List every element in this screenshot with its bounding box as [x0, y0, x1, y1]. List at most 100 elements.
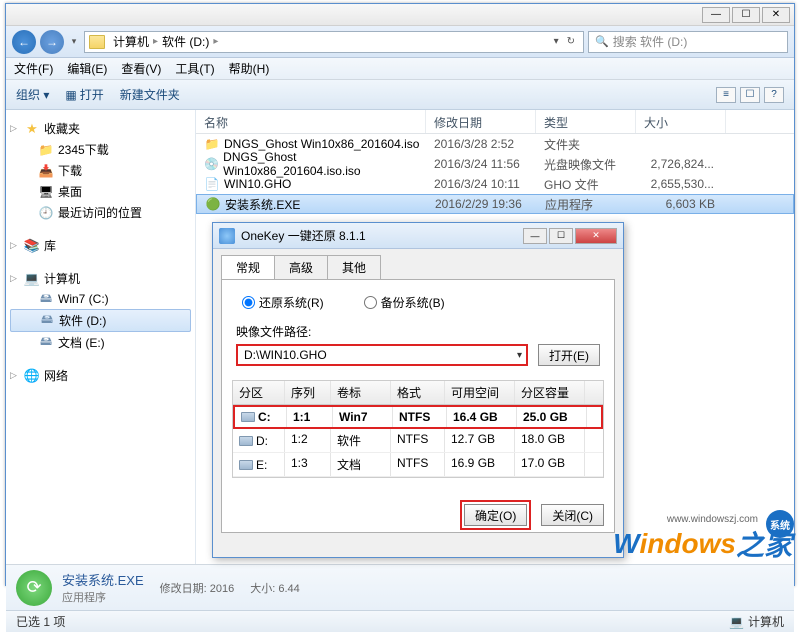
download-icon: 📥: [38, 163, 54, 179]
combo-drop-icon[interactable]: ▾: [517, 350, 522, 361]
address-drop-icon[interactable]: ▾: [550, 36, 563, 47]
col-name[interactable]: 名称: [196, 110, 426, 133]
crumb-sep-icon: ▸: [213, 36, 218, 47]
view-preview-icon[interactable]: ☐: [740, 87, 760, 103]
sidebar-drive-d[interactable]: 🖴软件 (D:): [10, 309, 191, 332]
address-bar[interactable]: 计算机 ▸ 软件 (D:) ▸ ▾ ↻: [84, 31, 584, 53]
status-bar: 已选 1 项 💻计算机: [6, 610, 794, 632]
file-header: 名称 修改日期 类型 大小: [196, 110, 794, 134]
network-icon: 🌐: [24, 368, 40, 384]
tab-advanced[interactable]: 高级: [274, 255, 328, 279]
menu-file[interactable]: 文件(F): [14, 60, 53, 77]
partition-table: 分区 序列 卷标 格式 可用空间 分区容量 C:1:1Win7NTFS16.4 …: [232, 380, 604, 478]
view-icons: ≡ ☐ ?: [716, 87, 784, 103]
radio-restore[interactable]: 还原系统(R): [242, 294, 324, 311]
menu-tools[interactable]: 工具(T): [175, 60, 214, 77]
nav-history-drop[interactable]: ▾: [68, 32, 80, 52]
drive-icon: 🖴: [38, 291, 54, 307]
pcol-free[interactable]: 可用空间: [445, 381, 515, 404]
sidebar-libraries[interactable]: ▷📚库: [10, 235, 191, 256]
tab-body: 还原系统(R) 备份系统(B) 映像文件路径: D:\WIN10.GHO ▾ 打…: [221, 279, 615, 533]
file-name: DNGS_Ghost Win10x86_201604.iso.iso: [223, 150, 426, 178]
partition-row[interactable]: E:1:3文档NTFS16.9 GB17.0 GB: [233, 453, 603, 477]
sidebar-computer[interactable]: ▷💻计算机: [10, 268, 191, 289]
menu-view[interactable]: 查看(V): [121, 60, 161, 77]
drive-icon: [239, 436, 253, 446]
folder-icon: [89, 35, 105, 49]
path-value: D:\WIN10.GHO: [244, 348, 327, 362]
dialog-tabs: 常规 高级 其他: [221, 255, 623, 279]
detail-name: 安装系统.EXE: [62, 570, 144, 589]
sidebar-item-downloads[interactable]: 📥下载: [10, 160, 191, 181]
tab-general[interactable]: 常规: [221, 255, 275, 279]
radio-restore-input[interactable]: [242, 296, 255, 309]
forward-button[interactable]: →: [40, 30, 64, 54]
file-name: DNGS_Ghost Win10x86_201604.iso: [224, 137, 419, 151]
file-date: 2016/3/24 10:11: [426, 177, 536, 191]
sidebar: ▷★收藏夹 📁2345下载 📥下载 🖥桌面 🕘最近访问的位置 ▷📚库 ▷💻计算机…: [6, 110, 196, 564]
col-type[interactable]: 类型: [536, 110, 636, 133]
sidebar-favorites[interactable]: ▷★收藏夹: [10, 118, 191, 139]
pcol-label[interactable]: 卷标: [331, 381, 391, 404]
crumb-drive[interactable]: 软件 (D:): [158, 33, 213, 50]
dialog-title: OneKey 一键还原 8.1.1: [241, 227, 521, 244]
menu-bar: 文件(F) 编辑(E) 查看(V) 工具(T) 帮助(H): [6, 58, 794, 80]
path-combo[interactable]: D:\WIN10.GHO ▾: [236, 344, 528, 366]
status-right: 💻计算机: [729, 613, 784, 630]
file-name: WIN10.GHO: [224, 177, 291, 191]
help-icon[interactable]: ?: [764, 87, 784, 103]
library-icon: 📚: [24, 238, 40, 254]
menu-edit[interactable]: 编辑(E): [67, 60, 107, 77]
title-bar: — ☐ ✕: [6, 4, 794, 26]
new-folder-button[interactable]: 新建文件夹: [120, 86, 180, 103]
dialog-close[interactable]: ✕: [575, 228, 617, 244]
crumb-computer[interactable]: 计算机: [109, 33, 153, 50]
partition-row[interactable]: C:1:1Win7NTFS16.4 GB25.0 GB: [233, 405, 603, 429]
open-file-button[interactable]: 打开(E): [538, 344, 600, 366]
sidebar-item-2345[interactable]: 📁2345下载: [10, 139, 191, 160]
drive-icon: 🖴: [39, 313, 55, 329]
radio-backup[interactable]: 备份系统(B): [364, 294, 445, 311]
menu-help[interactable]: 帮助(H): [229, 60, 270, 77]
tab-other[interactable]: 其他: [327, 255, 381, 279]
sidebar-item-recent[interactable]: 🕘最近访问的位置: [10, 202, 191, 223]
partition-row[interactable]: D:1:2软件NTFS12.7 GB18.0 GB: [233, 429, 603, 453]
open-icon: ▦: [65, 88, 76, 102]
file-icon: 💿: [204, 156, 219, 172]
close-button[interactable]: ✕: [762, 7, 790, 23]
pcol-cap[interactable]: 分区容量: [515, 381, 585, 404]
refresh-icon[interactable]: ↻: [563, 36, 579, 47]
file-date: 2016/2/29 19:36: [427, 197, 537, 211]
drive-icon: 🖴: [38, 335, 54, 351]
organize-button[interactable]: 组织 ▾: [16, 86, 49, 103]
col-size[interactable]: 大小: [636, 110, 726, 133]
pcol-seq[interactable]: 序列: [285, 381, 331, 404]
close-dialog-button[interactable]: 关闭(C): [541, 504, 604, 526]
view-list-icon[interactable]: ≡: [716, 87, 736, 103]
search-input[interactable]: 搜索 软件 (D:): [588, 31, 788, 53]
sidebar-network[interactable]: ▷🌐网络: [10, 365, 191, 386]
col-date[interactable]: 修改日期: [426, 110, 536, 133]
maximize-button[interactable]: ☐: [732, 7, 760, 23]
back-button[interactable]: ←: [12, 30, 36, 54]
pcol-fs[interactable]: 格式: [391, 381, 445, 404]
sidebar-item-desktop[interactable]: 🖥桌面: [10, 181, 191, 202]
detail-size: 大小: 6.44: [250, 580, 300, 596]
file-row[interactable]: 💿DNGS_Ghost Win10x86_201604.iso.iso2016/…: [196, 154, 794, 174]
minimize-button[interactable]: —: [702, 7, 730, 23]
pcol-drive[interactable]: 分区: [233, 381, 285, 404]
file-row[interactable]: 🟢安装系统.EXE2016/2/29 19:36应用程序6,603 KB: [196, 194, 794, 214]
file-type: 应用程序: [537, 196, 637, 213]
dialog-maximize[interactable]: ☐: [549, 228, 573, 244]
file-date: 2016/3/28 2:52: [426, 137, 536, 151]
radio-backup-input[interactable]: [364, 296, 377, 309]
sidebar-drive-e[interactable]: 🖴文档 (E:): [10, 332, 191, 353]
file-row[interactable]: 📄WIN10.GHO2016/3/24 10:11GHO 文件2,655,530…: [196, 174, 794, 194]
sidebar-drive-c[interactable]: 🖴Win7 (C:): [10, 289, 191, 309]
detail-date: 修改日期: 2016: [160, 580, 235, 596]
dialog-minimize[interactable]: —: [523, 228, 547, 244]
file-date: 2016/3/24 11:56: [426, 157, 536, 171]
ok-button[interactable]: 确定(O): [464, 504, 527, 526]
star-icon: ★: [24, 121, 40, 137]
open-button[interactable]: ▦打开: [65, 86, 103, 103]
